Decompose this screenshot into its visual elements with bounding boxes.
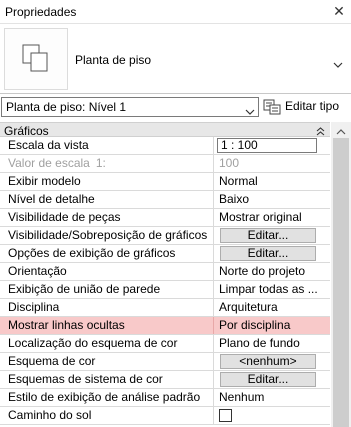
sun-path-checkbox[interactable]	[219, 409, 232, 422]
property-row-localizacao-esquema-cor: Localização do esquema de cor Plano de f…	[0, 335, 330, 353]
property-label: Esquemas de sistema de cor	[0, 371, 214, 388]
vertical-scrollbar[interactable]	[331, 122, 351, 427]
property-value[interactable]: Por disciplina	[215, 317, 330, 334]
property-label-extra: 1:	[95, 156, 106, 170]
property-label: Opções de exibição de gráficos	[0, 245, 214, 262]
instance-selector-row: Planta de piso: Nível 1 Editar tipo	[0, 96, 351, 120]
property-value[interactable]: Mostrar original	[215, 209, 330, 226]
chevron-down-icon[interactable]	[333, 57, 343, 71]
type-selector[interactable]: Planta de piso	[0, 24, 351, 94]
type-name: Planta de piso	[75, 53, 152, 67]
property-label: Exibir modelo	[0, 173, 214, 190]
property-label: Localização do esquema de cor	[0, 335, 214, 352]
properties-title-bar: Propriedades ✕	[0, 0, 351, 24]
property-row-valor-de-escala: Valor de escala 1: 100	[0, 155, 330, 173]
floor-plan-type-icon	[4, 28, 68, 90]
property-value[interactable]: Limpar todas as ...	[215, 281, 330, 298]
edit-button[interactable]: Editar...	[220, 246, 316, 261]
scroll-up-icon[interactable]	[336, 124, 346, 138]
group-label: Gráficos	[4, 124, 49, 138]
property-label: Escala da vista	[0, 137, 214, 154]
panel-title: Propriedades	[5, 5, 77, 19]
property-label: Exibição de união de parede	[0, 281, 214, 298]
property-value[interactable]: Baixo	[215, 191, 330, 208]
property-row-opcoes-exibicao: Opções de exibição de gráficos Editar...	[0, 245, 330, 263]
property-label: Esquema de cor	[0, 353, 214, 370]
property-row-visibilidade-sobreposicao: Visibilidade/Sobreposição de gráficos Ed…	[0, 227, 330, 245]
property-label-text: Valor de escala	[8, 156, 90, 170]
view-scale-input[interactable]: 1 : 100	[217, 138, 317, 153]
property-row-exibir-modelo: Exibir modelo Normal	[0, 173, 330, 191]
property-row-linhas-ocultas: Mostrar linhas ocultas Por disciplina	[0, 317, 330, 335]
scrollbar-thumb[interactable]	[333, 138, 349, 427]
color-scheme-button[interactable]: <nenhum>	[220, 354, 316, 369]
property-row-caminho-do-sol: Caminho do sol	[0, 407, 330, 425]
group-header-graficos[interactable]: Gráficos	[0, 122, 330, 138]
property-label: Nível de detalhe	[0, 191, 214, 208]
property-row-uniao-de-parede: Exibição de união de parede Limpar todas…	[0, 281, 330, 299]
edit-button[interactable]: Editar...	[220, 372, 316, 387]
edit-button[interactable]: Editar...	[220, 228, 316, 243]
property-label: Disciplina	[0, 299, 214, 316]
property-row-nivel-de-detalhe: Nível de detalhe Baixo	[0, 191, 330, 209]
edit-type-label: Editar tipo	[285, 99, 340, 113]
property-label: Mostrar linhas ocultas	[0, 317, 214, 334]
property-value: 100	[219, 156, 240, 170]
property-row-orientacao: Orientação Norte do projeto	[0, 263, 330, 281]
property-value[interactable]: Arquitetura	[215, 299, 330, 316]
property-label: Valor de escala 1:	[0, 155, 214, 172]
property-label: Visibilidade/Sobreposição de gráficos	[0, 227, 214, 244]
instance-filter-value: Planta de piso: Nível 1	[6, 100, 127, 114]
property-label: Visibilidade de peças	[0, 209, 214, 226]
property-value[interactable]: Nenhum	[215, 389, 330, 406]
close-icon[interactable]: ✕	[331, 3, 347, 19]
property-row-estilo-analise: Estilo de exibição de análise padrão Nen…	[0, 389, 330, 407]
property-row-visibilidade-de-pecas: Visibilidade de peças Mostrar original	[0, 209, 330, 227]
property-row-esquemas-sistema-cor: Esquemas de sistema de cor Editar...	[0, 371, 330, 389]
property-row-esquema-de-cor: Esquema de cor <nenhum>	[0, 353, 330, 371]
property-row-disciplina: Disciplina Arquitetura	[0, 299, 330, 317]
chevron-down-icon	[245, 104, 255, 118]
property-label: Caminho do sol	[0, 407, 214, 424]
edit-type-button[interactable]: Editar tipo	[263, 97, 349, 117]
properties-grid: Gráficos Escala da vista 1 : 100 Valor d…	[0, 122, 330, 427]
property-label: Estilo de exibição de análise padrão	[0, 389, 214, 406]
property-row-escala-da-vista: Escala da vista 1 : 100	[0, 137, 330, 155]
edit-type-icon	[263, 99, 281, 118]
property-value[interactable]: Plano de fundo	[215, 335, 330, 352]
property-value[interactable]: Normal	[215, 173, 330, 190]
instance-filter-dropdown[interactable]: Planta de piso: Nível 1	[1, 97, 259, 117]
property-label: Orientação	[0, 263, 214, 280]
property-value[interactable]: Norte do projeto	[215, 263, 330, 280]
